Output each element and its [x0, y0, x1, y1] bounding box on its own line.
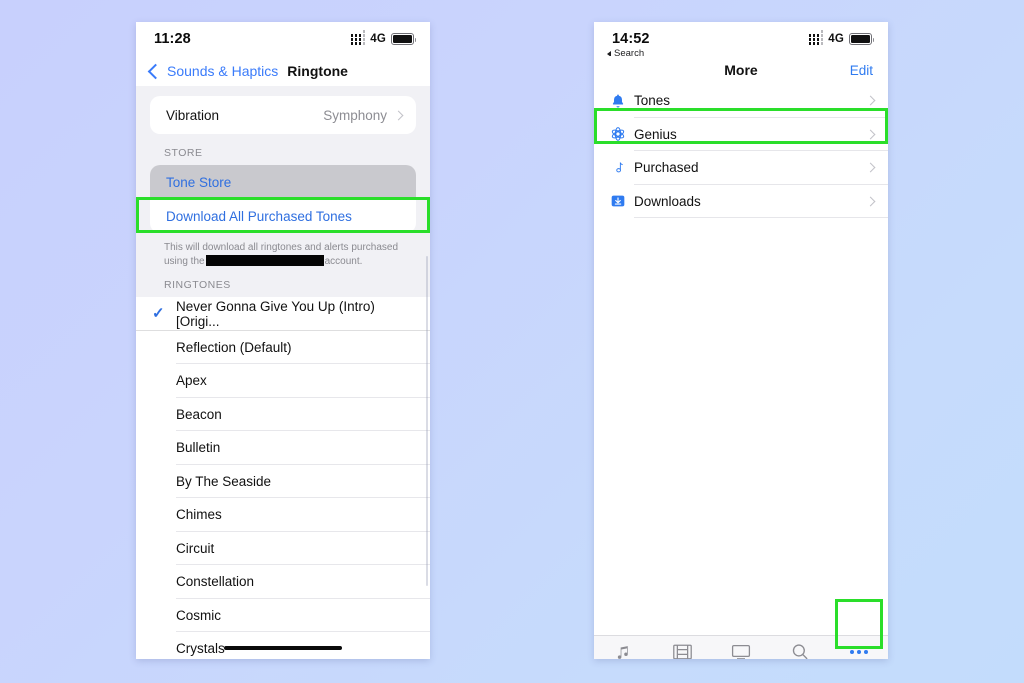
chevron-right-icon: [865, 129, 876, 140]
more-menu-row[interactable]: Genius: [594, 117, 888, 151]
ringtone-label: Reflection (Default): [176, 339, 292, 355]
edit-button[interactable]: Edit: [850, 63, 873, 78]
ringtone-row[interactable]: By The Seaside: [136, 464, 430, 498]
itunes-store-more-screen: 14:52 4G Search More Edit Tones Genius Pur…: [594, 22, 888, 659]
store-section-header: STORE: [164, 147, 203, 159]
chevron-right-icon: [865, 95, 876, 106]
network-type-label: 4G: [370, 33, 386, 45]
scroll-indicator[interactable]: [425, 256, 428, 586]
ringtones-section-header: RINGTONES: [164, 279, 231, 291]
chevron-left-icon[interactable]: [147, 63, 164, 79]
ringtone-row[interactable]: Cosmic: [136, 598, 430, 632]
network-type-label: 4G: [828, 33, 844, 45]
more-menu-row[interactable]: Purchased: [594, 151, 888, 185]
ringtone-label: Never Gonna Give You Up (Intro) [Origi..…: [176, 298, 375, 329]
ellipsis-icon: [849, 642, 868, 659]
redacted-account-bar: [205, 255, 324, 266]
store-footnote: This will download all ringtones and ale…: [136, 233, 430, 269]
genius-atom-icon: [604, 126, 632, 142]
status-bar-left: 11:28 4G: [136, 22, 430, 56]
ringtone-label: By The Seaside: [176, 473, 272, 489]
ringtone-label: Circuit: [176, 540, 215, 556]
download-all-label: Download All Purchased Tones: [166, 208, 352, 224]
ringtone-row[interactable]: Beacon: [136, 397, 430, 431]
more-menu-row[interactable]: Tones: [594, 84, 888, 118]
bell-icon: [604, 93, 632, 109]
ringtone-row[interactable]: Chimes: [136, 498, 430, 532]
status-indicators: 4G: [350, 30, 417, 45]
music-note-icon: [615, 642, 632, 659]
status-time: 11:28: [154, 31, 191, 47]
signal-strength-icon: [808, 30, 824, 45]
status-time: 14:52: [612, 31, 650, 47]
ringtone-label: Beacon: [176, 406, 222, 422]
navigation-bar-right: More Edit: [594, 56, 888, 84]
more-rows-container: Tones Genius Purchased Downloads: [594, 84, 888, 218]
navigation-bar-left: Sounds & Haptics Ringtone: [136, 56, 430, 86]
tab-tv-shows[interactable]: TV Shows: [712, 642, 771, 659]
signal-strength-icon: [350, 30, 366, 45]
tab-search[interactable]: Search: [770, 642, 829, 659]
tab-movies[interactable]: Movies: [653, 642, 712, 659]
more-menu-label: Downloads: [634, 193, 701, 209]
more-menu-label: Purchased: [634, 160, 699, 176]
ringtone-label: Chimes: [176, 507, 222, 523]
home-indicator: [224, 645, 342, 650]
chevron-right-icon: [865, 196, 876, 207]
chevron-right-icon: [393, 110, 404, 120]
ringtone-row-selected[interactable]: ✓ Never Gonna Give You Up (Intro) [Origi…: [136, 297, 430, 331]
vibration-row[interactable]: Vibration Symphony: [150, 96, 416, 134]
tab-bar: Music Movies TV Shows: [594, 635, 888, 659]
ringtone-label: Bulletin: [176, 440, 221, 456]
checkmark-icon: ✓: [152, 305, 165, 323]
ringtone-row[interactable]: Reflection (Default): [136, 330, 430, 364]
ringtone-label: Apex: [176, 373, 207, 389]
tone-store-label: Tone Store: [166, 174, 232, 190]
download-all-purchased-row[interactable]: Download All Purchased Tones: [150, 199, 416, 233]
ringtone-label: Constellation: [176, 574, 255, 590]
more-menu-row[interactable]: Downloads: [594, 184, 888, 218]
ringtone-label: Cosmic: [176, 607, 222, 623]
search-icon: [791, 642, 809, 659]
ringtone-row[interactable]: Constellation: [136, 565, 430, 599]
tv-icon: [731, 642, 751, 659]
more-menu-label: Tones: [634, 93, 671, 109]
download-box-icon: [604, 193, 632, 209]
page-title: More: [724, 62, 758, 78]
footnote-text-after: account.: [324, 256, 363, 267]
page-title: Ringtone: [287, 63, 348, 79]
ringtone-rows-container: Reflection (Default) Apex Beacon Bulletin By…: [136, 330, 430, 659]
more-menu-label: Genius: [634, 126, 677, 142]
tab-more[interactable]: More: [829, 642, 888, 659]
chevron-right-icon: [865, 162, 876, 173]
ringtone-row[interactable]: Apex: [136, 364, 430, 398]
vibration-card: Vibration Symphony: [150, 96, 416, 134]
vibration-value: Symphony: [323, 107, 387, 123]
ringtone-row[interactable]: Circuit: [136, 531, 430, 565]
settings-content: Vibration Symphony STORE Tone Store Down…: [136, 86, 430, 659]
screenshot-stage: 11:28 4G Sounds & Haptics Ringtone Vibra…: [0, 0, 1024, 683]
status-indicators: 4G: [808, 30, 875, 45]
battery-icon: [849, 33, 875, 45]
tone-store-row[interactable]: Tone Store: [150, 165, 416, 199]
iphone-settings-ringtone-screen: 11:28 4G Sounds & Haptics Ringtone Vibra…: [136, 22, 430, 659]
more-menu-content: Tones Genius Purchased Downloads Music Movi…: [594, 84, 888, 659]
battery-icon: [391, 33, 417, 45]
vibration-label: Vibration: [166, 107, 220, 123]
film-icon: [672, 642, 692, 659]
ringtone-row[interactable]: Bulletin: [136, 431, 430, 465]
store-card: Tone Store Download All Purchased Tones: [150, 165, 416, 233]
music-note-icon: [604, 160, 632, 175]
tab-music[interactable]: Music: [594, 642, 653, 659]
ringtones-list: ✓ Never Gonna Give You Up (Intro) [Origi…: [136, 297, 430, 659]
back-button-label[interactable]: Sounds & Haptics: [167, 63, 278, 79]
